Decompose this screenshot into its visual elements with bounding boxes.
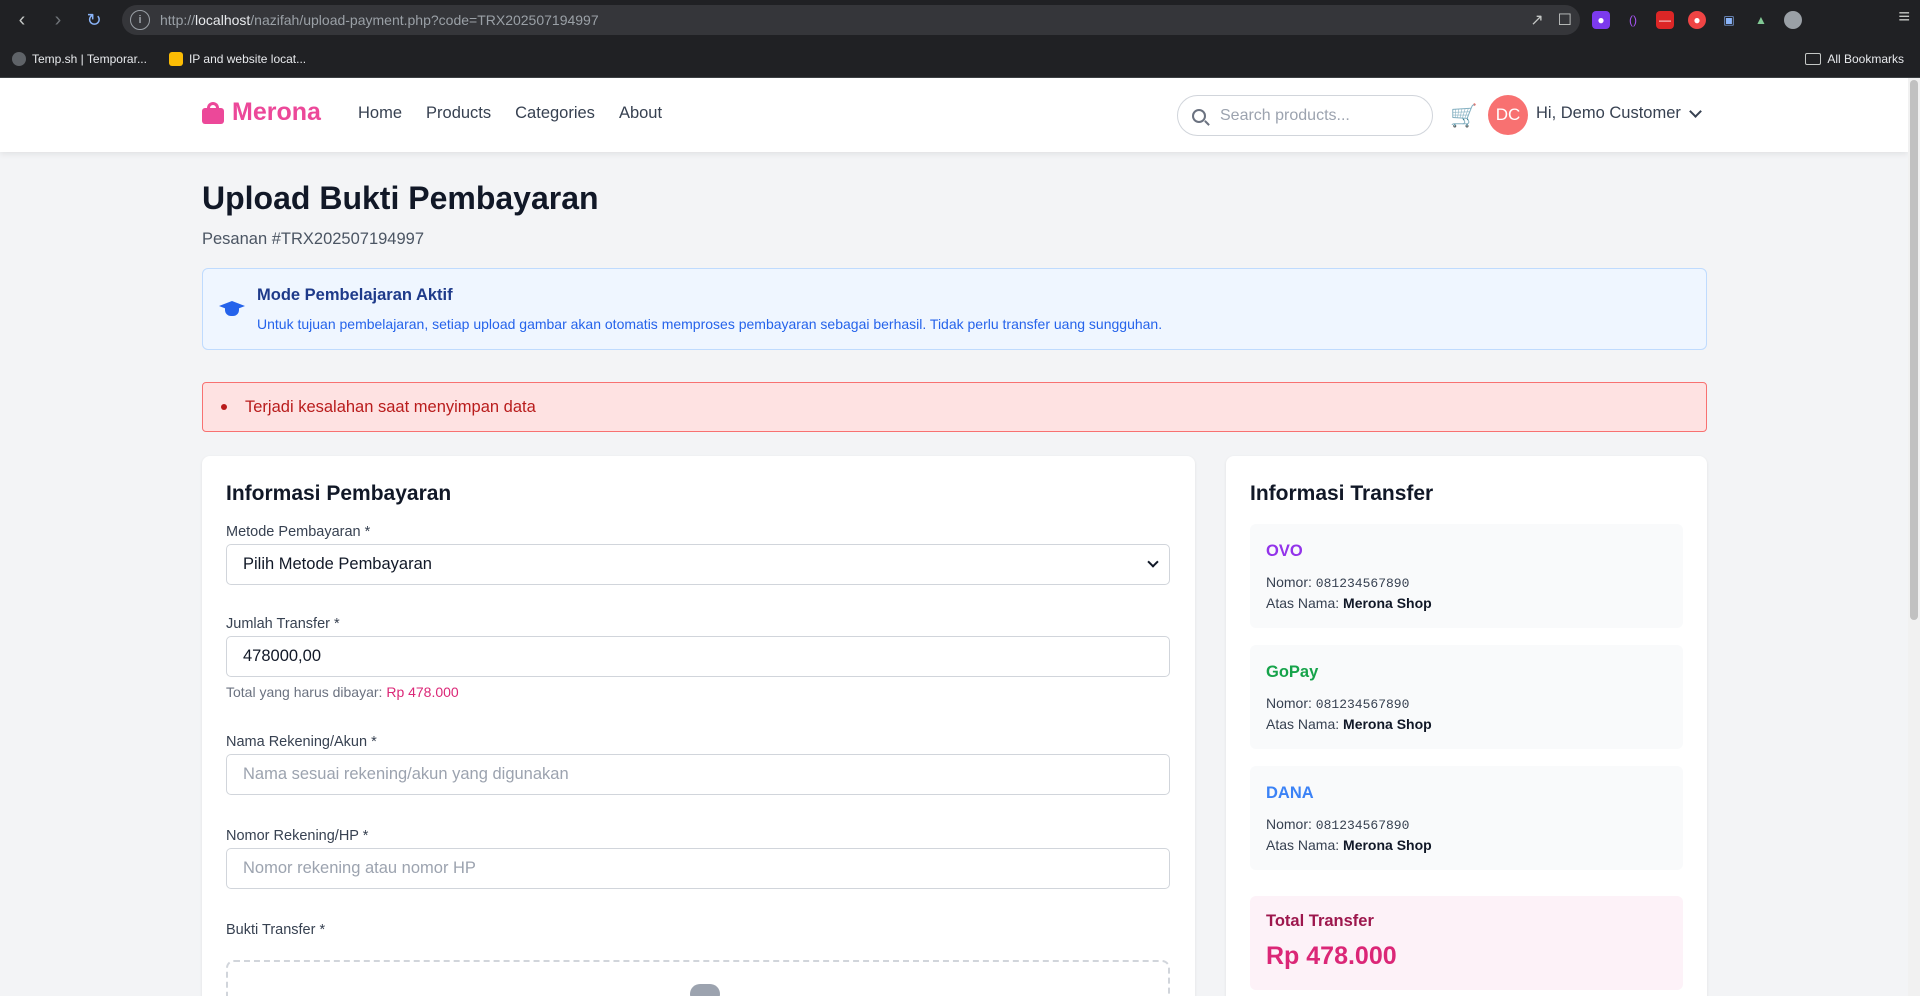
menu-icon[interactable]: ≡ — [1898, 6, 1910, 29]
user-menu[interactable]: Hi, Demo Customer — [1536, 104, 1702, 123]
search-input[interactable] — [1220, 106, 1420, 125]
learning-mode-notice: Mode Pembelajaran Aktif Untuk tujuan pem… — [202, 268, 1707, 350]
account-number-field[interactable] — [226, 848, 1170, 889]
payment-method-select[interactable]: Pilih Metode Pembayaran — [226, 544, 1170, 585]
nav-categories[interactable]: Categories — [515, 104, 595, 123]
nav-about[interactable]: About — [619, 104, 662, 123]
account-name-field[interactable] — [226, 754, 1170, 795]
amount-input[interactable] — [227, 637, 1169, 676]
back-icon[interactable]: ‹ — [8, 6, 36, 34]
share-icon[interactable]: ↗ — [1530, 10, 1543, 30]
method-number: Nomor: 081234567890 — [1266, 695, 1410, 712]
page-title: Upload Bukti Pembayaran — [202, 180, 599, 216]
bookmark-favicon-icon — [168, 51, 183, 66]
extension-icon[interactable]: ● — [1688, 11, 1706, 29]
method-holder: Atas Nama: Merona Shop — [1266, 837, 1432, 853]
proof-label: Bukti Transfer * — [226, 922, 326, 938]
notice-text: Untuk tujuan pembelajaran, setiap upload… — [257, 316, 1163, 332]
chevron-down-icon — [1147, 556, 1159, 568]
page-content: Merona Home Products Categories About 🛒 … — [0, 78, 1920, 996]
method-label: Metode Pembayaran * — [226, 524, 371, 540]
account-number-input[interactable] — [227, 849, 1169, 888]
account-name-label: Nama Rekening/Akun * — [226, 734, 377, 750]
bookmark-favicon-icon — [12, 51, 26, 66]
reload-icon[interactable]: ↻ — [80, 6, 108, 34]
selected-method: Pilih Metode Pembayaran — [243, 555, 432, 573]
payment-method-gopay: GoPay Nomor: 081234567890 Atas Nama: Mer… — [1250, 645, 1683, 749]
main-nav: Home Products Categories About — [358, 104, 662, 123]
amount-label: Jumlah Transfer * — [226, 616, 340, 632]
brand-name: Merona — [232, 98, 321, 126]
profile-icon[interactable] — [1784, 11, 1802, 29]
extension-icon[interactable]: ● — [1592, 11, 1610, 29]
payment-method-ovo: OVO Nomor: 081234567890 Atas Nama: Meron… — [1250, 524, 1683, 628]
page-scrollbar[interactable] — [1908, 78, 1920, 996]
total-transfer-box: Total Transfer Rp 478.000 — [1250, 896, 1683, 990]
lab-icon[interactable]: ▲ — [1752, 11, 1770, 29]
nav-home[interactable]: Home — [358, 104, 402, 123]
error-message: Terjadi kesalahan saat menyimpan data — [245, 397, 536, 416]
nav-products[interactable]: Products — [426, 104, 491, 123]
method-number: Nomor: 081234567890 — [1266, 816, 1410, 833]
bookmark-star-icon[interactable]: ☐ — [1558, 10, 1572, 30]
total-hint: Total yang harus dibayar: Rp 478.000 — [226, 684, 459, 700]
error-alert: Terjadi kesalahan saat menyimpan data — [202, 382, 1707, 432]
total-transfer-value: Rp 478.000 — [1266, 942, 1397, 970]
url-text: http://localhost/nazifah/upload-payment.… — [160, 12, 599, 28]
forward-icon[interactable]: › — [44, 6, 72, 34]
total-transfer-label: Total Transfer — [1266, 912, 1374, 930]
method-number: Nomor: 081234567890 — [1266, 574, 1410, 591]
payment-form-card: Informasi Pembayaran Metode Pembayaran *… — [202, 456, 1195, 996]
transfer-info-card: Informasi Transfer OVO Nomor: 0812345678… — [1226, 456, 1707, 996]
chevron-down-icon — [1689, 104, 1702, 118]
amount-field[interactable] — [226, 636, 1170, 677]
browser-toolbar: ‹ › ↻ i http://localhost/nazifah/upload-… — [0, 0, 1920, 40]
all-bookmarks-button[interactable]: All Bookmarks — [1805, 52, 1904, 66]
bookmarks-bar: Temp.sh | Temporar... IP and website loc… — [0, 40, 1920, 78]
scrollbar-thumb[interactable] — [1910, 80, 1918, 620]
avatar[interactable]: DC — [1488, 95, 1528, 135]
total-hint-label: Total yang harus dibayar: — [226, 684, 383, 700]
account-name-input[interactable] — [227, 755, 1169, 794]
bullet-icon — [221, 404, 227, 410]
payment-method-dana: DANA Nomor: 081234567890 Atas Nama: Mero… — [1250, 766, 1683, 870]
account-number-label: Nomor Rekening/HP * — [226, 828, 369, 844]
cart-icon[interactable]: 🛒 — [1450, 103, 1477, 129]
upload-dropzone[interactable] — [226, 960, 1170, 996]
cloud-upload-icon — [690, 984, 720, 996]
graduation-cap-icon — [219, 297, 245, 319]
bookmark-item[interactable]: IP and website locat... — [168, 51, 306, 66]
brand-logo[interactable]: Merona — [202, 98, 321, 127]
folder-icon — [1805, 53, 1822, 65]
site-info-icon[interactable]: i — [130, 10, 150, 30]
method-holder: Atas Nama: Merona Shop — [1266, 716, 1432, 732]
method-holder: Atas Nama: Merona Shop — [1266, 595, 1432, 611]
payment-form-title: Informasi Pembayaran — [226, 482, 452, 505]
method-name: DANA — [1266, 784, 1314, 802]
total-hint-value: Rp 478.000 — [386, 684, 459, 700]
search-icon — [1192, 108, 1206, 123]
bookmark-item[interactable]: Temp.sh | Temporar... — [12, 51, 147, 66]
search-box — [1177, 95, 1433, 136]
puzzle-icon[interactable]: ▣ — [1720, 11, 1738, 29]
shopping-bag-icon — [202, 101, 224, 124]
extension-icon[interactable]: — — [1656, 11, 1674, 29]
address-bar[interactable]: i http://localhost/nazifah/upload-paymen… — [122, 5, 1580, 35]
site-header: Merona Home Products Categories About 🛒 … — [0, 78, 1908, 152]
extension-icon[interactable]: () — [1624, 11, 1642, 29]
method-name: GoPay — [1266, 663, 1319, 681]
transfer-info-title: Informasi Transfer — [1250, 482, 1434, 505]
order-number: Pesanan #TRX202507194997 — [202, 230, 425, 248]
method-name: OVO — [1266, 542, 1303, 560]
notice-title: Mode Pembelajaran Aktif — [257, 286, 453, 304]
user-greeting: Hi, Demo Customer — [1536, 104, 1681, 122]
